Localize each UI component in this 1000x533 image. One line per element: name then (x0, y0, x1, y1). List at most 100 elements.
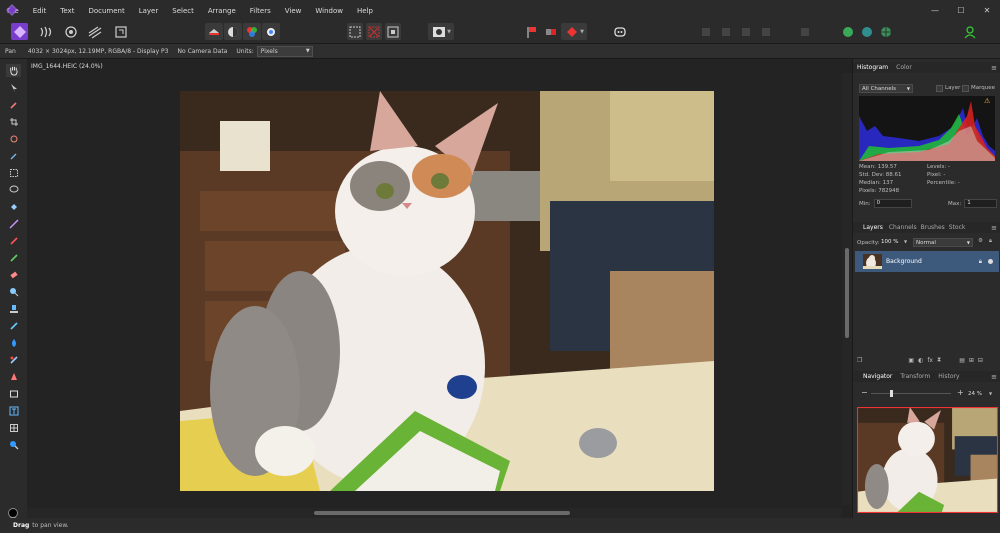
menu-layer[interactable]: Layer (132, 7, 166, 15)
live-filter-icon[interactable]: ⧗ (937, 356, 941, 364)
max-input[interactable]: 1 (964, 199, 998, 208)
tab-layers[interactable]: Layers (853, 224, 887, 231)
add-layer-icon[interactable]: ⊞ (969, 357, 974, 364)
menu-view[interactable]: View (278, 7, 309, 15)
panel-menu-icon[interactable]: ≡ (991, 373, 997, 381)
color-picker-tool[interactable] (6, 98, 21, 111)
menu-window[interactable]: Window (308, 7, 350, 15)
panel-menu-icon[interactable]: ≡ (991, 64, 997, 72)
menu-filters[interactable]: Filters (243, 7, 278, 15)
adjustment-icon[interactable]: ◐ (918, 357, 923, 364)
tab-history[interactable]: History (934, 373, 963, 380)
navigator-preview[interactable] (857, 407, 998, 513)
toolbar-disabled-5[interactable] (797, 23, 813, 40)
tab-histogram[interactable]: Histogram (853, 64, 892, 71)
marquee-checkbox[interactable] (962, 85, 969, 92)
menu-text[interactable]: Text (53, 7, 81, 15)
dodge-tool[interactable] (6, 285, 21, 298)
menu-document[interactable]: Document (81, 7, 131, 15)
layer-options-icon[interactable]: ❐ (857, 357, 862, 364)
units-select[interactable]: Pixels ▼ (256, 45, 313, 57)
vertical-scroll-thumb[interactable] (845, 248, 849, 338)
selection-brush-tool[interactable] (6, 132, 21, 145)
fx-icon[interactable]: fx (927, 357, 933, 364)
minimize-button[interactable]: — (922, 0, 948, 21)
zoom-slider-handle[interactable] (890, 390, 893, 397)
zoom-out-button[interactable]: − (861, 388, 868, 397)
pen-tool[interactable] (6, 370, 21, 383)
healing-brush-tool[interactable] (6, 319, 21, 332)
auto-white-balance-button[interactable] (262, 23, 280, 40)
flood-fill-tool[interactable] (6, 200, 21, 213)
menu-edit[interactable]: Edit (26, 7, 54, 15)
mask-layer-icon[interactable]: ▣ (908, 357, 914, 364)
tone-mapping-persona-button[interactable] (86, 23, 103, 40)
develop-persona-button[interactable] (62, 23, 79, 40)
vertical-scrollbar[interactable] (842, 73, 852, 505)
photo-persona-button[interactable] (11, 23, 28, 40)
zoom-slider[interactable] (871, 390, 951, 397)
lock-icon[interactable]: 🔒︎ (979, 258, 982, 266)
marquee-tool[interactable] (6, 166, 21, 179)
add-group-icon[interactable]: ▤ (959, 357, 965, 364)
horizontal-scroll-thumb[interactable] (314, 511, 570, 515)
document-tab[interactable]: IMG_1644.HEIC (24.0%) (27, 63, 103, 73)
move-tool[interactable] (6, 81, 21, 94)
tab-channels[interactable]: Channels (887, 224, 919, 231)
gradient-tool[interactable] (6, 217, 21, 230)
visibility-dot-icon[interactable] (988, 259, 993, 264)
tab-stock[interactable]: Stock (947, 224, 968, 231)
toolbar-disabled-2[interactable] (718, 23, 734, 40)
min-input[interactable]: 0 (873, 199, 912, 208)
account-button[interactable] (962, 23, 978, 40)
delete-layer-icon[interactable]: ⊟ (978, 357, 983, 364)
layer-checkbox[interactable] (936, 85, 943, 92)
zoom-value[interactable]: 24 % (968, 391, 982, 397)
select-all-button[interactable] (347, 23, 363, 40)
channel-select[interactable]: All Channels ▼ (859, 84, 913, 93)
clone-tool[interactable] (6, 302, 21, 315)
red-eye-tool[interactable] (6, 353, 21, 366)
warning-icon[interactable]: ⚠ (984, 97, 990, 105)
hand-tool[interactable] (6, 64, 21, 77)
chevron-down-icon[interactable]: ▼ (989, 391, 992, 396)
flood-select-tool[interactable] (6, 149, 21, 162)
paint-brush-tool[interactable] (6, 234, 21, 247)
menu-select[interactable]: Select (165, 7, 201, 15)
opacity-value[interactable]: 100 % (881, 239, 898, 245)
toolbar-disabled-1[interactable] (698, 23, 714, 40)
zoom-tool[interactable] (6, 438, 21, 451)
maximize-button[interactable]: ☐ (948, 0, 974, 21)
color-replacement-tool[interactable] (6, 251, 21, 264)
blend-mode-select[interactable]: Normal ▼ (913, 238, 973, 247)
crop-tool[interactable] (6, 115, 21, 128)
mask-mode-button[interactable]: ▼ (561, 23, 587, 40)
toolbar-disabled-4[interactable] (758, 23, 774, 40)
export-persona-button[interactable] (112, 23, 129, 40)
erase-tool[interactable] (6, 268, 21, 281)
app-logo-icon[interactable] (6, 4, 18, 16)
tab-navigator[interactable]: Navigator (853, 373, 896, 380)
menu-arrange[interactable]: Arrange (201, 7, 243, 15)
quick-mask-button[interactable]: ▼ (428, 23, 454, 40)
deselect-button[interactable] (366, 23, 382, 40)
layer-row-background[interactable]: Background 🔒︎ (855, 251, 999, 272)
settings-gear-icon[interactable]: ⚙ (978, 238, 983, 244)
chevron-down-icon[interactable]: ▼ (904, 239, 907, 244)
close-button[interactable]: ✕ (974, 0, 1000, 21)
auto-color-button[interactable] (243, 23, 261, 40)
studio-link-button[interactable] (840, 23, 856, 40)
photo-canvas[interactable] (180, 91, 714, 491)
assistant-button[interactable] (612, 23, 628, 40)
globe-button[interactable] (878, 23, 894, 40)
invert-selection-button[interactable] (385, 23, 401, 40)
auto-levels-button[interactable] (205, 23, 223, 40)
tab-color[interactable]: Color (892, 64, 916, 71)
zoom-in-button[interactable]: + (957, 388, 964, 397)
panel-menu-icon[interactable]: ≡ (991, 224, 997, 232)
tab-brushes[interactable]: Brushes (919, 224, 947, 231)
text-tool[interactable] (6, 404, 21, 417)
rectangle-tool[interactable] (6, 387, 21, 400)
refine-flag-button[interactable] (524, 23, 540, 40)
red-button[interactable] (543, 23, 559, 40)
